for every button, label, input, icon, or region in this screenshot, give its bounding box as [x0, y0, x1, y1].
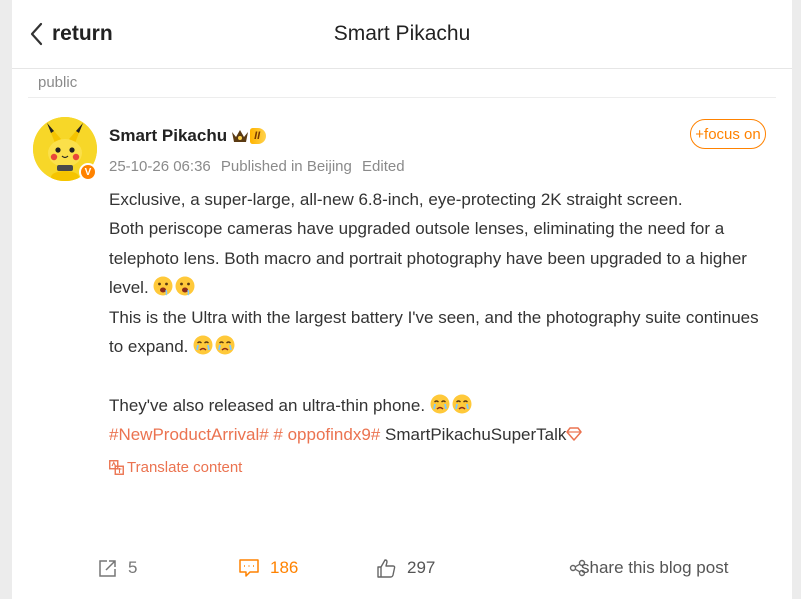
- drooling-face-emoji-icon: [175, 276, 195, 296]
- post-body: Exclusive, a super-large, all-new 6.8-in…: [109, 185, 777, 450]
- visibility-label: public: [38, 74, 78, 91]
- follow-button[interactable]: +focus on: [690, 119, 766, 149]
- post-paragraph: They've also released an ultra-thin phon…: [109, 391, 777, 420]
- topic-link[interactable]: # oppofindx9#: [273, 425, 380, 444]
- post-meta: 25-10-26 06:36 Published in Beijing Edit…: [109, 158, 411, 175]
- drooling-face-emoji-icon: [153, 276, 173, 296]
- post-line-2: Both periscope cameras have upgraded out…: [109, 219, 747, 298]
- post-paragraph: This is the Ultra with the largest batte…: [109, 303, 777, 362]
- crying-face-emoji-icon: [193, 335, 213, 355]
- header-bar: return Smart Pikachu: [12, 0, 792, 69]
- comment-count: 186: [270, 558, 299, 577]
- post-line-4: They've also released an ultra-thin phon…: [109, 395, 426, 415]
- crown-icon: [232, 130, 249, 142]
- crying-face-emoji-icon: [430, 394, 450, 414]
- level-badge: II: [250, 128, 267, 144]
- supertalk-link[interactable]: SmartPikachuSuperTalk: [385, 425, 566, 444]
- share-button[interactable]: share this blog post: [569, 552, 728, 584]
- like-button[interactable]: 297: [376, 552, 435, 584]
- divider: [28, 97, 776, 98]
- repost-count: 5: [128, 558, 138, 577]
- translate-button[interactable]: Translate content: [109, 459, 242, 476]
- post-paragraph: #NewProductArrival# # oppofindx9# SmartP…: [109, 420, 777, 449]
- like-count: 297: [407, 558, 436, 577]
- share-label[interactable]: share this blog post: [581, 558, 728, 578]
- crying-face-emoji-icon: [215, 335, 235, 355]
- comment-icon: [239, 559, 259, 577]
- edited-label[interactable]: Edited: [362, 158, 405, 175]
- post-card: return Smart Pikachu public V Smart Pika…: [12, 0, 792, 599]
- thumbs-up-icon: [377, 558, 396, 578]
- diamond-icon: [566, 427, 583, 441]
- author-row: Smart Pikachu II: [109, 125, 267, 147]
- action-bar: 5 186 297 share this blog post: [12, 552, 792, 584]
- crying-face-emoji-icon: [452, 394, 472, 414]
- post-paragraph: Both periscope cameras have upgraded out…: [109, 214, 777, 302]
- comment-button[interactable]: 186: [238, 552, 298, 584]
- page-title: Smart Pikachu: [333, 22, 471, 45]
- translate-label[interactable]: Translate content: [127, 459, 242, 476]
- repost-button[interactable]: 5: [98, 552, 137, 584]
- author-name[interactable]: Smart Pikachu: [109, 126, 227, 146]
- post-timestamp: 25-10-26 06:36: [109, 158, 211, 175]
- topic-link[interactable]: #NewProductArrival#: [109, 425, 269, 444]
- translate-icon: [109, 460, 124, 475]
- post-location: Published in Beijing: [220, 158, 352, 175]
- repost-icon: [99, 560, 116, 577]
- post-line-1: Exclusive, a super-large, all-new 6.8-in…: [109, 190, 683, 209]
- verified-badge-icon: V: [79, 163, 97, 181]
- post-paragraph: Exclusive, a super-large, all-new 6.8-in…: [109, 185, 777, 214]
- page: return Smart Pikachu public V Smart Pika…: [0, 0, 801, 599]
